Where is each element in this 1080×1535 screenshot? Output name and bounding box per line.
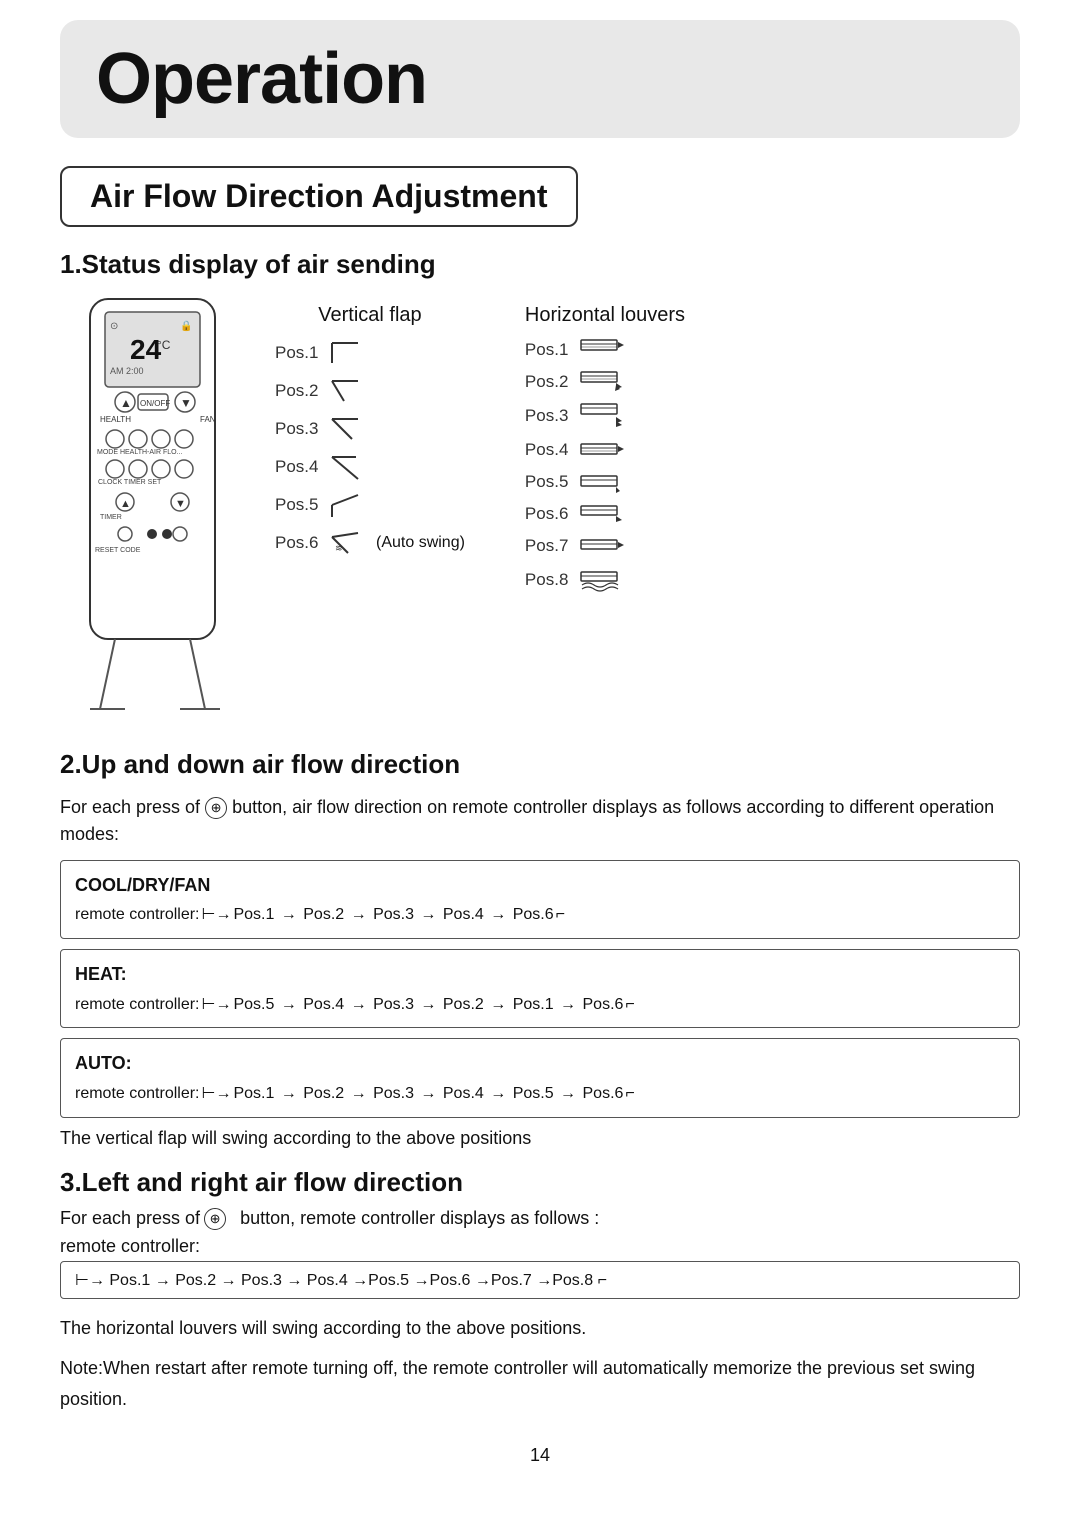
hlouver-pos8-icon [580, 567, 624, 593]
subsection3-title: 3.Left and right air flow direction [60, 1167, 1020, 1198]
auto-label: AUTO: [75, 1047, 1005, 1079]
svg-text:HEALTH: HEALTH [100, 415, 131, 424]
vflap-pos2: Pos.2 [275, 377, 465, 405]
title-box: Operation [60, 20, 1020, 138]
restart-note: Note:When restart after remote turning o… [60, 1353, 1020, 1414]
remote-control-image: 24 °C ⊙ 🔒 AM 2:00 ▲ ON/OFF ▼ HEALTH FAN [60, 294, 245, 719]
flow-intro-text: For each press of ⊕ button, air flow dir… [60, 794, 1020, 848]
svg-text:▼: ▼ [175, 498, 186, 510]
horizontal-louvers-group: Horizontal louvers Pos.1 Pos.2 [525, 304, 685, 599]
hlouver-pos4: Pos.4 [525, 439, 685, 461]
horizontal-louvers-label: Horizontal louvers [525, 304, 685, 327]
section-header-box: Air Flow Direction Adjustment [60, 166, 578, 227]
vflap-pos1-icon [330, 339, 366, 367]
svg-text:CLOCK TIMER SET: CLOCK TIMER SET [98, 479, 162, 486]
cool-dry-fan-box: COOL/DRY/FAN remote controller: ⊢→ Pos.1… [60, 860, 1020, 939]
vflap-pos6: Pos.6 ≋ (Auto swing) [275, 529, 465, 557]
svg-text:MODE HEALTH-AIR FLO...: MODE HEALTH-AIR FLO... [97, 449, 182, 456]
hlouver-pos8: Pos.8 [525, 567, 685, 593]
cool-dry-fan-sequence: remote controller: ⊢→ Pos.1 → Pos.2 → Po… [75, 901, 1005, 930]
lr-remote-label: remote controller: [60, 1236, 1020, 1257]
subsection1-title: 1.Status display of air sending [60, 249, 1020, 280]
lr-flow-section: 3.Left and right air flow direction For … [60, 1167, 1020, 1415]
svg-text:FAN: FAN [200, 415, 216, 424]
heat-box: HEAT: remote controller: ⊢→ Pos.5 → Pos.… [60, 949, 1020, 1028]
vertical-note: The vertical flap will swing according t… [60, 1128, 1020, 1149]
svg-text:ON/OFF: ON/OFF [140, 399, 170, 408]
positions-container: Vertical flap Pos.1 Pos.2 [275, 294, 1020, 599]
vflap-pos2-icon [330, 377, 366, 405]
svg-text:RESET CODE: RESET CODE [95, 547, 141, 554]
subsection2-title: 2.Up and down air flow direction [60, 749, 1020, 780]
svg-text:▼: ▼ [180, 396, 192, 410]
hlouver-pos2-icon [580, 371, 624, 393]
svg-text:≋: ≋ [335, 543, 343, 553]
svg-text:°C: °C [157, 338, 171, 352]
svg-text:TIMER: TIMER [100, 514, 122, 521]
svg-text:▲: ▲ [120, 396, 132, 410]
hlouver-pos6: Pos.6 [525, 503, 685, 525]
hlouver-pos2: Pos.2 [525, 371, 685, 393]
page-number: 14 [60, 1445, 1020, 1466]
cool-dry-fan-label: COOL/DRY/FAN [75, 869, 1005, 901]
hlouver-pos3: Pos.3 [525, 403, 685, 429]
lr-button-icon: ⊕ [204, 1208, 226, 1230]
svg-text:▲: ▲ [120, 498, 131, 510]
hlouver-pos3-icon [580, 403, 624, 429]
lr-intro-text: For each press of⊕ button, remote contro… [60, 1208, 1020, 1230]
hlouver-pos5: Pos.5 [525, 471, 685, 493]
hlouver-pos7-icon [580, 535, 624, 557]
vflap-pos6-icon: ≋ [330, 529, 366, 557]
lr-sequence-box: ⊢→ Pos.1 → Pos.2 → Pos.3 → Pos.4 →Pos.5 … [60, 1261, 1020, 1299]
vflap-pos3-icon [330, 415, 366, 443]
vflap-pos3: Pos.3 [275, 415, 465, 443]
horizontal-note: The horizontal louvers will swing accord… [60, 1313, 1020, 1344]
hlouver-pos1: Pos.1 [525, 339, 685, 361]
heat-sequence: remote controller: ⊢→ Pos.5 → Pos.4 → Po… [75, 991, 1005, 1020]
page-title: Operation [96, 39, 427, 119]
vflap-pos5-icon [330, 491, 366, 519]
vertical-flap-group: Vertical flap Pos.1 Pos.2 [275, 304, 465, 599]
hlouver-pos5-icon [580, 471, 624, 493]
svg-text:⊙: ⊙ [110, 321, 118, 332]
svg-text:🔒: 🔒 [180, 320, 192, 332]
hlouver-pos4-icon [580, 439, 624, 461]
page-container: Operation Air Flow Direction Adjustment … [0, 0, 1080, 1535]
hlouver-pos6-icon [580, 503, 624, 525]
flow-button-icon: ⊕ [205, 797, 227, 819]
vertical-flap-label: Vertical flap [275, 304, 465, 327]
status-section: 24 °C ⊙ 🔒 AM 2:00 ▲ ON/OFF ▼ HEALTH FAN [60, 294, 1020, 719]
auto-box: AUTO: remote controller: ⊢→ Pos.1 → Pos.… [60, 1038, 1020, 1117]
svg-text:AM 2:00: AM 2:00 [110, 366, 144, 376]
vflap-pos5: Pos.5 [275, 491, 465, 519]
flow-section: 2.Up and down air flow direction For eac… [60, 749, 1020, 1149]
vflap-pos1: Pos.1 [275, 339, 465, 367]
hlouver-pos1-icon [580, 339, 624, 361]
footer-notes: The horizontal louvers will swing accord… [60, 1313, 1020, 1415]
section-header: Air Flow Direction Adjustment [90, 178, 548, 214]
vflap-pos4: Pos.4 [275, 453, 465, 481]
heat-label: HEAT: [75, 958, 1005, 990]
auto-sequence: remote controller: ⊢→ Pos.1 → Pos.2 → Po… [75, 1080, 1005, 1109]
vflap-pos4-icon [330, 453, 366, 481]
hlouver-pos7: Pos.7 [525, 535, 685, 557]
